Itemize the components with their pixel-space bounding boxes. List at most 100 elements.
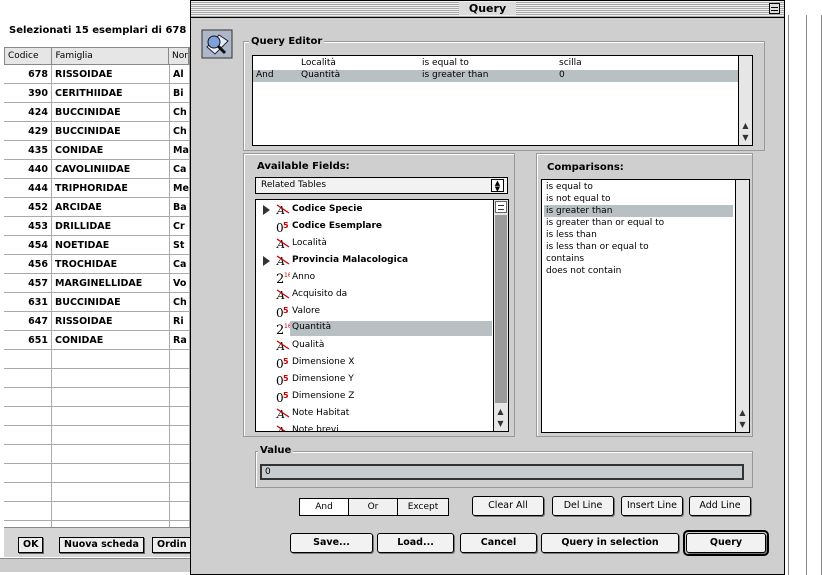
insert-line-button[interactable]: Insert Line [621, 496, 683, 516]
comparison-item[interactable]: does not contain [544, 265, 733, 277]
field-item[interactable]: 216Anno [256, 269, 492, 287]
value-input[interactable]: 0 [260, 464, 744, 480]
query-window: Query Query Editor Località is equal to sc… [190, 0, 785, 575]
field-item[interactable]: A Provincia Malacologica [256, 252, 492, 269]
field-item[interactable]: 0 5 Codice Esemplare [256, 218, 492, 235]
related-tables-dropdown[interactable]: Related Tables ▲ ▼ [255, 177, 508, 194]
field-item[interactable]: A Note Habitat [256, 405, 492, 422]
fields-list[interactable]: A Codice Specie 0 5 Codice Esemplare A Localit… [255, 199, 509, 432]
ok-button[interactable]: OK [18, 537, 44, 553]
cell-codice: 390 [4, 84, 52, 102]
field-item[interactable]: 0 5 Dimensione Y [256, 371, 492, 388]
save-button[interactable]: Save... [290, 533, 373, 553]
query-line[interactable]: And Quantità is greater than 0 [253, 70, 738, 82]
table-row[interactable]: 435 CONIDAE Ma [4, 141, 190, 160]
field-label: Codice Esemplare [292, 221, 383, 231]
field-item[interactable]: A Località [256, 235, 492, 252]
empty-table-row [4, 502, 190, 521]
field-item[interactable]: 216Quantità [256, 320, 492, 338]
collapse-box-icon[interactable] [769, 3, 780, 14]
or-toggle[interactable]: Or [348, 498, 398, 516]
scroll-track[interactable] [495, 215, 507, 403]
field-label: Acquisito da [292, 289, 348, 299]
query-window-titlebar[interactable]: Query [191, 1, 784, 18]
scroll-up-icon[interactable]: ▲ [737, 407, 748, 418]
scroll-down-icon[interactable]: ▼ [495, 418, 506, 429]
comparison-item[interactable]: is greater than or equal to [544, 217, 733, 229]
comparison-item[interactable]: is less than [544, 229, 733, 241]
table-row[interactable]: 444 TRIPHORIDAE Me [4, 179, 190, 198]
expand-triangle-icon[interactable] [263, 205, 270, 215]
add-line-button[interactable]: Add Line [689, 496, 751, 516]
cell-codice: 429 [4, 122, 52, 140]
column-header-famiglia[interactable]: Famiglia [52, 48, 169, 64]
del-line-button[interactable]: Del Line [552, 496, 614, 516]
comparisons-list[interactable]: is equal to is not equal to is greater tha… [541, 179, 750, 433]
table-row[interactable]: 454 NOETIDAE St [4, 236, 190, 255]
field-item[interactable]: 0 5 Dimensione X [256, 354, 492, 371]
cell-famiglia: BUCCINIDAE [52, 122, 170, 140]
clear-all-button[interactable]: Clear All [472, 496, 544, 516]
table-row[interactable]: 452 ARCIDAE Ba [4, 198, 190, 217]
table-row[interactable]: 651 CONIDAE Ra [4, 331, 190, 350]
comparison-item[interactable]: is less than or equal to [544, 241, 733, 253]
comparison-item[interactable]: contains [544, 253, 733, 265]
table-row[interactable]: 390 CERITHIIDAE Bi [4, 84, 190, 103]
query-lines-list[interactable]: Località is equal to scilla And Quantità is g… [252, 55, 753, 146]
column-header-nome[interactable]: Nor [169, 48, 189, 64]
scroll-thumb[interactable] [495, 201, 507, 213]
cell-codice: 457 [4, 274, 52, 292]
comparison-item[interactable]: is greater than [544, 205, 733, 217]
query-in-selection-button[interactable]: Query in selection [541, 533, 679, 553]
list-horizontal-scrollbar[interactable] [0, 558, 190, 572]
cancel-button[interactable]: Cancel [460, 533, 537, 553]
table-row[interactable]: 424 BUCCINIDAE Ch [4, 103, 190, 122]
table-row[interactable]: 647 RISSOIDAE Ri [4, 312, 190, 331]
table-row[interactable]: 440 CAVOLINIIDAE Ca [4, 160, 190, 179]
query-line[interactable]: Località is equal to scilla [253, 58, 738, 70]
cell-famiglia: CAVOLINIIDAE [52, 160, 170, 178]
cell-nome: Ch [170, 103, 190, 121]
svg-text:5: 5 [283, 391, 289, 400]
query-list-scrollbar[interactable]: ▲ ▼ [738, 56, 752, 145]
field-item[interactable]: 0 5 Valore [256, 303, 492, 320]
query-editor-label: Query Editor [249, 36, 325, 47]
field-item[interactable]: A Qualità [256, 337, 492, 354]
fields-list-scrollbar[interactable]: ▲ ▼ [493, 200, 508, 431]
scroll-down-icon[interactable]: ▼ [737, 419, 748, 430]
load-button[interactable]: Load... [377, 533, 454, 553]
table-row[interactable]: 429 BUCCINIDAE Ch [4, 122, 190, 141]
comparison-item[interactable]: is not equal to [544, 193, 733, 205]
field-item[interactable]: A Acquisito da [256, 286, 492, 303]
scroll-up-icon[interactable]: ▲ [495, 406, 506, 417]
table-row[interactable]: 453 DRILLIDAE Cr [4, 217, 190, 236]
except-toggle[interactable]: Except [397, 498, 449, 516]
cell-nome: St [170, 236, 190, 254]
comparison-item[interactable]: is equal to [544, 181, 733, 193]
comparisons-label: Comparisons: [545, 162, 626, 173]
field-item[interactable]: A Codice Specie [256, 201, 492, 218]
scroll-down-icon[interactable]: ▼ [740, 132, 751, 143]
comparisons-list-scrollbar[interactable]: ▲ ▼ [735, 180, 749, 432]
cell-famiglia: ARCIDAE [52, 198, 170, 216]
nuova-scheda-button[interactable]: Nuova scheda [59, 537, 144, 553]
cell-famiglia: BUCCINIDAE [52, 293, 170, 311]
ordina-button[interactable]: Ordin [152, 537, 192, 553]
and-toggle[interactable]: And [299, 498, 349, 516]
table-row[interactable]: 678 RISSOIDAE Al [4, 65, 190, 84]
field-item[interactable]: ANote brevi [256, 422, 492, 431]
table-row[interactable]: 457 MARGINELLIDAE Vo [4, 274, 190, 293]
cell-codice: 452 [4, 198, 52, 216]
cell-nome: Ch [170, 293, 190, 311]
field-item[interactable]: 0 5 Dimensione Z [256, 388, 492, 405]
table-row[interactable]: 456 TROCHIDAE Ca [4, 255, 190, 274]
scroll-up-icon[interactable]: ▲ [740, 120, 751, 131]
expand-triangle-icon[interactable] [263, 256, 270, 266]
column-header-codice[interactable]: Codice [5, 48, 53, 64]
query-line-conjunction: And [256, 70, 274, 80]
svg-text:5: 5 [283, 306, 289, 315]
query-button[interactable]: Query [686, 533, 766, 553]
table-row[interactable]: 631 BUCCINIDAE Ch [4, 293, 190, 312]
cell-codice: 424 [4, 103, 52, 121]
field-label: Anno [292, 272, 316, 282]
